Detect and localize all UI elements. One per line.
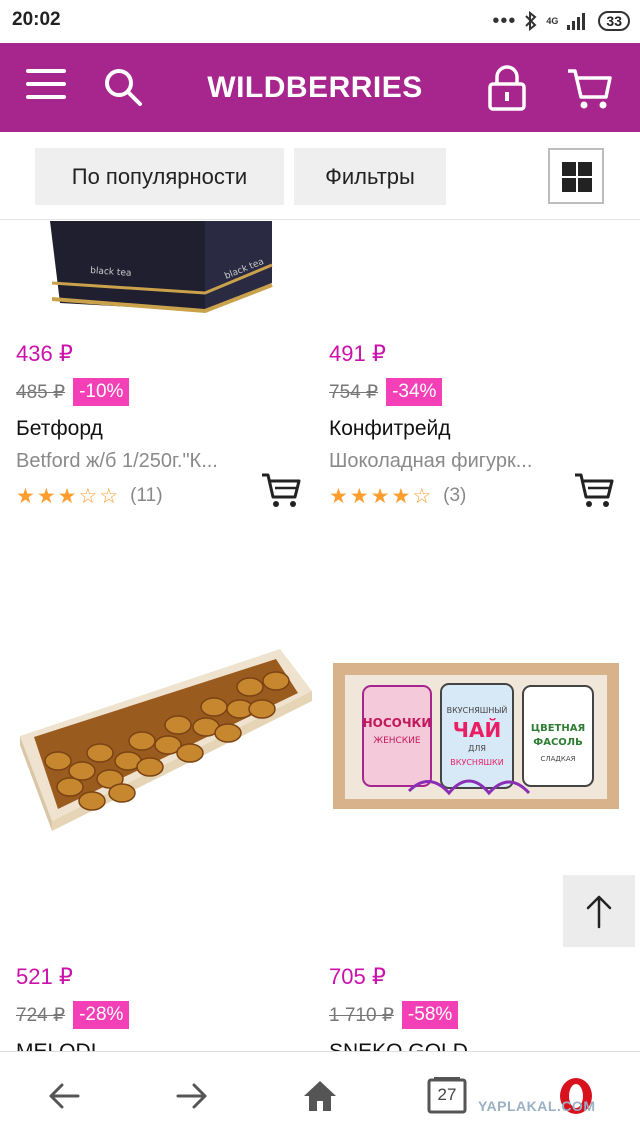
product-name: Betford ж/б 1/250г."К... [16, 450, 218, 472]
battery-level: 33 [598, 11, 630, 31]
old-price: 724 ₽ [16, 1004, 66, 1026]
old-price: 1 710 ₽ [329, 1004, 394, 1026]
discount-badge: -10% [73, 378, 130, 406]
tabs-count: 27 [437, 1085, 457, 1104]
tabs-icon[interactable]: 27 [427, 1076, 467, 1116]
star-full-icon: ★ [349, 484, 369, 508]
status-icons: ••• 4G 33 [492, 8, 630, 34]
gift-box-image: НОСОЧКИ ЖЕНСКИЕ ВКУСНЯШНЫЙ ЧАЙ ДЛЯ ВКУСН… [333, 663, 619, 809]
product-rating: ★ ★ ★ ★ ☆ (3) [329, 483, 466, 509]
product-image[interactable]: black tea black tea [0, 221, 313, 321]
more-dots-icon: ••• [492, 10, 517, 32]
product-brand: Конфитрейд [329, 417, 451, 440]
product-price: 436 ₽ [16, 341, 73, 366]
search-icon[interactable] [103, 67, 143, 107]
product-grid: black tea black tea 436 ₽ 485 ₽ -10% Бет… [0, 221, 640, 1051]
signal-icon [567, 13, 586, 30]
jar-label-text: ЦВЕТНАЯ [531, 723, 585, 734]
product-brand: MELODI [16, 1040, 97, 1051]
sort-button[interactable]: По популярности [35, 148, 284, 205]
star-full-icon: ★ [16, 484, 35, 508]
jar-label-text: НОСОЧКИ [363, 716, 432, 730]
menu-icon[interactable] [26, 69, 66, 103]
jar-label-text: ЧАЙ [453, 718, 501, 742]
product-brand: SNEKO GOLD [329, 1040, 468, 1051]
arrow-up-icon [586, 895, 612, 929]
network-type: 4G [546, 16, 559, 26]
price-row: 724 ₽ -28% [16, 1001, 130, 1029]
star-full-icon: ★ [370, 484, 390, 508]
jar-label-text: СЛАДКАЯ [540, 755, 575, 763]
review-count: (3) [443, 485, 467, 506]
product-rating: ★ ★ ★ ☆ ☆ (11) [16, 483, 163, 509]
browser-bottom-bar: 27 [0, 1051, 640, 1138]
grid-view-icon[interactable] [548, 148, 604, 204]
cart-icon[interactable] [566, 65, 612, 111]
star-full-icon: ★ [57, 484, 77, 508]
product-card[interactable]: 491 ₽ 754 ₽ -34% Конфитрейд Шоколадная ф… [313, 221, 626, 531]
product-image[interactable] [0, 531, 313, 931]
review-count: (11) [130, 485, 163, 506]
filter-button[interactable]: Фильтры [294, 148, 446, 205]
watermark: YAPLAKAL.COM [478, 1098, 596, 1114]
price-row: 1 710 ₽ -58% [329, 1001, 459, 1029]
product-brand: Бетфорд [16, 417, 103, 440]
product-name: Шоколадная фигурк... [329, 450, 533, 472]
lock-icon[interactable] [487, 65, 527, 111]
jar-label-text: ФАСОЛЬ [533, 737, 582, 748]
product-price: 705 ₽ [329, 964, 386, 989]
product-price: 521 ₽ [16, 964, 73, 989]
app-header: WILDBERRIES [0, 43, 640, 132]
status-time: 20:02 [12, 9, 61, 30]
jar-label-text: ЖЕНСКИЕ [373, 736, 421, 746]
forward-arrow-icon[interactable] [172, 1076, 212, 1116]
product-card[interactable]: black tea black tea 436 ₽ 485 ₽ -10% Бет… [0, 221, 313, 531]
product-image[interactable]: НОСОЧКИ ЖЕНСКИЕ ВКУСНЯШНЫЙ ЧАЙ ДЛЯ ВКУСН… [313, 531, 626, 931]
product-card[interactable]: 521 ₽ 724 ₽ -28% MELODI [0, 531, 313, 1051]
add-to-cart-icon[interactable] [573, 471, 615, 509]
jar-label-text: ДЛЯ [468, 744, 486, 753]
old-price: 485 ₽ [16, 381, 66, 403]
scroll-to-top-button[interactable] [563, 875, 635, 947]
black-tea-tin-image: black tea black tea [50, 221, 273, 314]
glazed-nuts-box-image [20, 649, 312, 831]
price-row: 754 ₽ -34% [329, 378, 443, 406]
jar-label-text: ВКУСНЯШКИ [450, 758, 503, 767]
old-price: 754 ₽ [329, 381, 379, 403]
product-card[interactable]: НОСОЧКИ ЖЕНСКИЕ ВКУСНЯШНЫЙ ЧАЙ ДЛЯ ВКУСН… [313, 531, 626, 1051]
status-bar: 20:02 ••• 4G 33 [0, 0, 640, 42]
star-empty-icon: ☆ [99, 484, 119, 508]
discount-badge: -58% [401, 1001, 459, 1029]
star-empty-icon: ☆ [412, 484, 432, 508]
bluetooth-icon [525, 10, 537, 32]
star-full-icon: ★ [391, 484, 411, 508]
brand-logo[interactable]: WILDBERRIES [190, 71, 440, 105]
discount-badge: -28% [73, 1001, 130, 1029]
discount-badge: -34% [386, 378, 443, 406]
star-empty-icon: ☆ [78, 484, 98, 508]
price-row: 485 ₽ -10% [16, 378, 130, 406]
add-to-cart-icon[interactable] [260, 471, 302, 509]
product-image[interactable] [313, 221, 626, 321]
back-arrow-icon[interactable] [44, 1076, 84, 1116]
home-icon[interactable] [300, 1076, 340, 1116]
jar-label-text: ВКУСНЯШНЫЙ [447, 704, 508, 715]
sort-filter-toolbar: По популярности Фильтры [0, 132, 640, 220]
star-full-icon: ★ [329, 484, 348, 508]
product-price: 491 ₽ [329, 341, 386, 366]
star-full-icon: ★ [36, 484, 56, 508]
